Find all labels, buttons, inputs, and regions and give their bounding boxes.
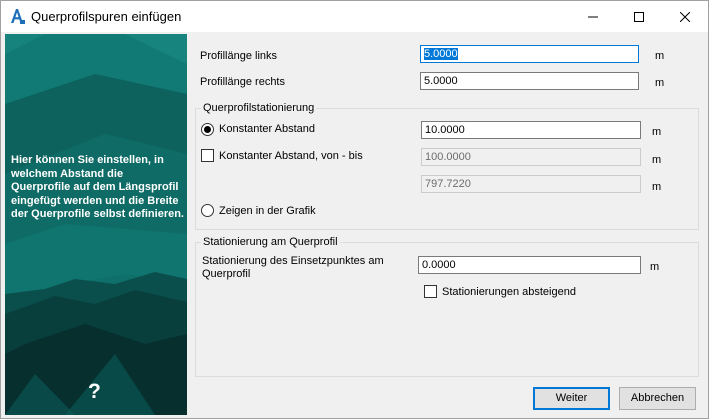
descending-label: Stationierungen absteigend [442,286,576,298]
insert-point-unit: m [650,261,660,273]
dialog-window: Querprofilspuren einfügen Hier können Si… [0,0,709,419]
maximize-button[interactable] [616,1,662,32]
show-in-graphic-label: Zeigen in der Grafik [219,205,316,217]
stationing-group-title: Querprofilstationierung [201,102,317,114]
constant-distance-input[interactable]: 10.0000 [421,121,641,139]
range-from-input[interactable]: 100.0000 [421,148,641,166]
constant-distance-radio[interactable] [201,123,214,136]
cross-stationing-group-title: Stationierung am Querprofil [201,236,340,248]
close-button[interactable] [662,1,708,32]
range-distance-checkbox[interactable] [201,149,214,162]
next-button[interactable]: Weiter [533,387,610,410]
dialog-content: Profillänge links 5.0000 m Profillänge r… [189,34,706,415]
close-icon [680,11,690,22]
help-icon[interactable]: ? [88,380,101,404]
profile-right-label: Profillänge rechts [200,76,285,88]
insert-point-label-line1: Stationierung des Einsetzpunktes am [202,255,384,267]
title-bar[interactable]: Querprofilspuren einfügen [1,1,708,32]
insert-point-input[interactable]: 0.0000 [418,256,641,274]
range-from-unit: m [652,154,662,166]
cancel-button[interactable]: Abbrechen [619,387,696,410]
constant-distance-label: Konstanter Abstand [219,123,316,135]
descending-checkbox[interactable] [424,285,437,298]
sidebar-description: Hier können Sie einstellen, in welchem A… [11,154,184,221]
profile-left-unit: m [655,50,665,62]
profile-right-unit: m [655,77,665,89]
range-to-unit: m [652,181,662,193]
info-side-panel: Hier können Sie einstellen, in welchem A… [5,34,187,415]
profile-left-value: 5.0000 [424,48,458,60]
window-title: Querprofilspuren einfügen [31,9,182,24]
show-in-graphic-radio[interactable] [201,204,214,217]
landscape-background-image [5,34,187,415]
profile-left-label: Profillänge links [200,50,278,62]
minimize-button[interactable] [570,1,616,32]
range-to-input[interactable]: 797.7220 [421,175,641,193]
range-distance-label: Konstanter Abstand, von - bis [219,150,363,162]
profile-right-input[interactable]: 5.0000 [420,72,639,90]
minimize-icon [588,16,598,17]
profile-left-input[interactable]: 5.0000 [420,45,639,63]
constant-distance-unit: m [652,126,662,138]
autocad-a-icon [9,8,25,24]
insert-point-label-line2: Querprofil [202,268,251,280]
maximize-icon [634,11,644,22]
